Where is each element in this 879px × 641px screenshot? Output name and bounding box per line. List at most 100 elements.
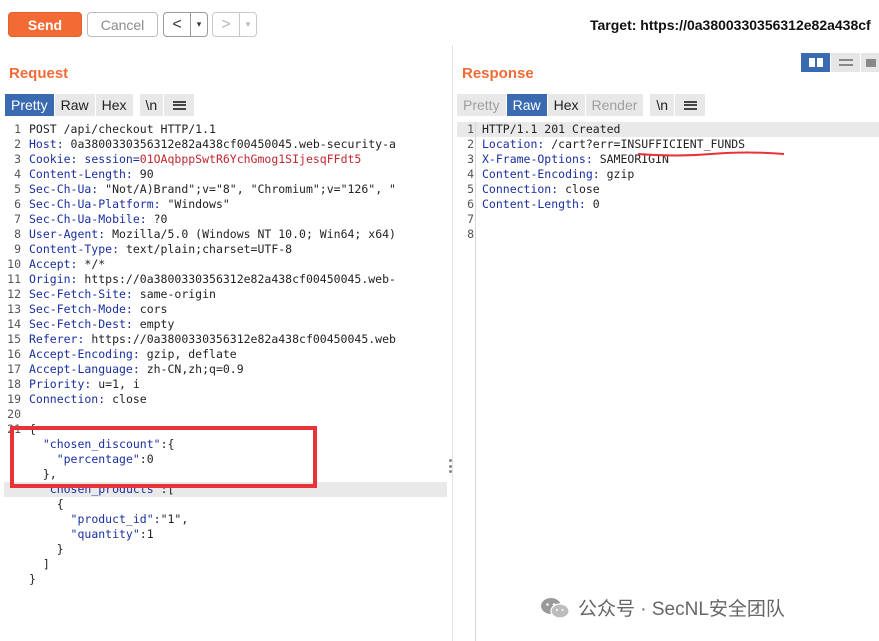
code-line: 13 Sec-Fetch-Mode: cors xyxy=(4,302,447,317)
code-line: 9 Content-Type: text/plain;charset=UTF-8 xyxy=(4,242,447,257)
line-number: 9 xyxy=(14,242,21,256)
code-token: 0 xyxy=(592,197,600,211)
code-text: Sec-Ch-Ua-Platform: "Windows" xyxy=(29,197,230,212)
code-text: Location: /cart?err=INSUFFICIENT_FUNDS xyxy=(482,137,745,152)
code-line: 2 Host: 0a3800330356312e82a438cf00450045.… xyxy=(4,137,447,152)
code-token: Sec-Fetch-Dest: xyxy=(29,317,140,331)
code-token: Content-Type: xyxy=(29,242,126,256)
line-number: 1 xyxy=(14,122,21,136)
code-text: POST /api/checkout HTTP/1.1 xyxy=(29,122,216,137)
code-line: 6 Sec-Ch-Ua-Platform: "Windows" xyxy=(4,197,447,212)
line-number: 4 xyxy=(14,167,21,181)
watermark: 公众号 · SecNL安全团队 xyxy=(540,594,785,621)
line-number: 3 xyxy=(14,152,21,166)
req-tab-newline[interactable]: \n xyxy=(139,94,164,116)
req-tab-raw[interactable]: Raw xyxy=(54,94,95,116)
code-text: "product_id":"1", xyxy=(29,512,189,527)
line-number: 8 xyxy=(467,227,474,241)
code-text: Host: 0a3800330356312e82a438cf00450045.w… xyxy=(29,137,396,152)
code-text: Sec-Ch-Ua-Mobile: ?0 xyxy=(29,212,167,227)
line-number: 11 xyxy=(7,272,21,286)
code-line: 7 Sec-Ch-Ua-Mobile: ?0 xyxy=(4,212,447,227)
req-tab-pretty[interactable]: Pretty xyxy=(5,94,54,116)
line-number: 10 xyxy=(7,257,21,271)
code-token: Sec-Ch-Ua-Mobile: xyxy=(29,212,154,226)
code-token: 0a3800330356312e82a438cf00450045.web-sec… xyxy=(70,137,396,151)
resp-menu-icon[interactable] xyxy=(675,94,706,116)
watermark-text: 公众号 · SecNL安全团队 xyxy=(578,599,785,620)
history-forward-group: > ▾ xyxy=(212,12,257,37)
code-token: { xyxy=(29,497,64,511)
req-menu-icon[interactable] xyxy=(164,94,195,116)
code-line: 4 Content-Encoding: gzip xyxy=(457,167,879,182)
line-number: 15 xyxy=(7,332,21,346)
code-token: Mozilla/5.0 (Windows NT 10.0; Win64; x64… xyxy=(112,227,396,241)
code-token: } xyxy=(29,572,36,586)
req-tab-hex[interactable]: Hex xyxy=(95,94,133,116)
resp-tab-raw[interactable]: Raw xyxy=(506,94,547,116)
code-line: 11 Origin: https://0a3800330356312e82a438… xyxy=(4,272,447,287)
code-text: Content-Length: 90 xyxy=(29,167,154,182)
target-url[interactable]: Target: https://0a3800330356312e82a438cf xyxy=(590,17,871,33)
cancel-button[interactable]: Cancel xyxy=(87,12,158,37)
stacked-layout-icon[interactable] xyxy=(831,53,861,72)
code-line: 16 Accept-Encoding: gzip, deflate xyxy=(4,347,447,362)
code-line: 18 Priority: u=1, i xyxy=(4,377,447,392)
side-by-side-layout-icon[interactable] xyxy=(801,53,831,72)
code-token: */* xyxy=(84,257,106,271)
code-text: HTTP/1.1 201 Created xyxy=(482,122,620,137)
code-text: Content-Length: 0 xyxy=(482,197,600,212)
code-token: Host: xyxy=(29,137,71,151)
response-editor[interactable]: 1 HTTP/1.1 201 Created 2 Location: /cart?er… xyxy=(457,122,879,242)
pane-divider[interactable] xyxy=(452,45,453,641)
code-text: Connection: close xyxy=(29,392,147,407)
request-title: Request xyxy=(9,65,69,82)
line-number: 6 xyxy=(467,197,474,211)
resp-tab-render[interactable]: Render xyxy=(585,94,644,116)
code-token: Origin: xyxy=(29,272,85,286)
code-token: close xyxy=(112,392,147,406)
line-number: 6 xyxy=(14,197,21,211)
code-token: POST /api/checkout HTTP/1.1 xyxy=(29,122,216,136)
code-text: User-Agent: Mozilla/5.0 (Windows NT 10.0… xyxy=(29,227,396,242)
code-text: Connection: close xyxy=(482,182,600,197)
code-token: Content-Length: xyxy=(29,167,140,181)
resp-tab-pretty[interactable]: Pretty xyxy=(457,94,506,116)
code-line: "quantity":1 xyxy=(4,527,447,542)
code-line: 6 Content-Length: 0 xyxy=(457,197,879,212)
more-options-icon[interactable] xyxy=(448,459,452,473)
code-line: 5 Connection: close xyxy=(457,182,879,197)
code-text: "quantity":1 xyxy=(29,527,154,542)
code-text: Referer: https://0a3800330356312e82a438c… xyxy=(29,332,396,347)
tabbed-layout-icon[interactable] xyxy=(861,53,879,72)
forward-arrow-icon[interactable]: > xyxy=(213,13,239,36)
wechat-logo-icon xyxy=(541,597,570,619)
resp-tab-newline[interactable]: \n xyxy=(650,94,675,116)
forward-dropdown-icon[interactable]: ▾ xyxy=(239,13,256,36)
line-number: 18 xyxy=(7,377,21,391)
code-text: Sec-Fetch-Dest: empty xyxy=(29,317,174,332)
code-line: 15 Referer: https://0a3800330356312e82a43… xyxy=(4,332,447,347)
line-number: 5 xyxy=(467,182,474,196)
line-number: 3 xyxy=(467,152,474,166)
send-button[interactable]: Send xyxy=(8,12,82,37)
code-line: 7 xyxy=(457,212,879,227)
code-token: "product_id" xyxy=(70,512,154,526)
code-token: text/plain;charset=UTF-8 xyxy=(125,242,293,256)
code-text: ] xyxy=(29,557,50,572)
request-editor[interactable]: 1 POST /api/checkout HTTP/1.1 2 Host: 0a380… xyxy=(4,122,447,587)
code-token: :"1", xyxy=(153,512,189,526)
code-token: Sec-Fetch-Mode: xyxy=(29,302,140,316)
code-line: ] xyxy=(4,557,447,572)
code-token: Connection: xyxy=(482,182,566,196)
back-dropdown-icon[interactable]: ▾ xyxy=(190,13,207,36)
code-text: Origin: https://0a3800330356312e82a438cf… xyxy=(29,272,396,287)
code-token: 01OAqbppSwtR6YchGmog1SIjesqFFdt5 xyxy=(139,152,362,166)
code-line: 3 Cookie: session=01OAqbppSwtR6YchGmog1SI… xyxy=(4,152,447,167)
code-line: 2 Location: /cart?err=INSUFFICIENT_FUNDS xyxy=(457,137,879,152)
resp-tab-hex[interactable]: Hex xyxy=(547,94,585,116)
code-line: } xyxy=(4,542,447,557)
back-arrow-icon[interactable]: < xyxy=(164,13,190,36)
code-line: 1 HTTP/1.1 201 Created xyxy=(457,122,879,137)
